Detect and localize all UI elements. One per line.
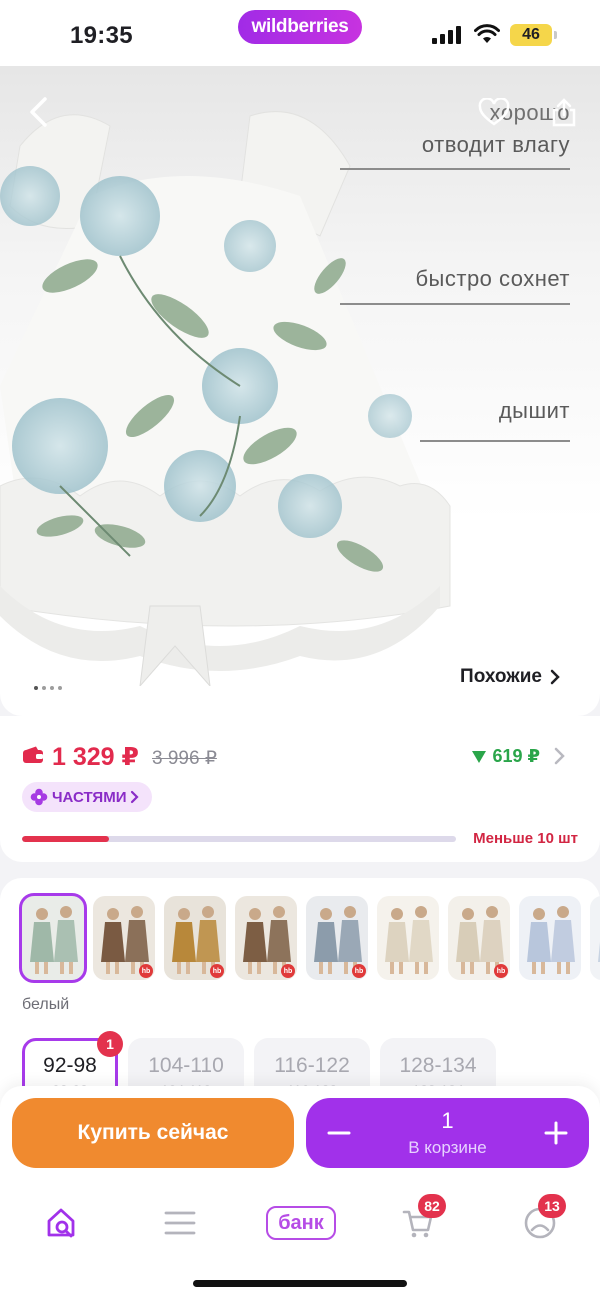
hb-badge-icon: hb	[281, 964, 295, 978]
bottom-nav: банк 82 13	[0, 1190, 600, 1297]
installments-label: ЧАСТЯМИ	[52, 788, 127, 806]
flower-icon	[30, 788, 48, 806]
chevron-right-icon[interactable]	[554, 747, 566, 765]
feature-text-4: дышит	[498, 398, 570, 423]
installments-button[interactable]: ЧАСТЯМИ	[22, 782, 153, 812]
similar-link[interactable]: Похожие	[460, 666, 560, 688]
stock-label: Меньше 10 шт	[473, 830, 578, 847]
color-thumbnail[interactable]: hb	[448, 896, 510, 980]
size-label: 128-134	[399, 1054, 477, 1077]
menu-icon	[164, 1211, 196, 1235]
nav-profile[interactable]: 13	[510, 1194, 570, 1248]
color-thumbnail[interactable]: hb	[93, 896, 155, 980]
stock-progress	[22, 836, 456, 842]
feature-line	[340, 303, 570, 305]
product-screen: 19:35 wildberries 46 хорошо отводит влаг…	[0, 0, 600, 1297]
pagination-dot	[58, 686, 62, 690]
heart-icon	[478, 98, 510, 126]
color-thumbnail[interactable]	[590, 896, 600, 980]
home-indicator	[193, 1280, 407, 1287]
back-arrow-icon	[30, 97, 47, 127]
size-label: 104-110	[148, 1054, 224, 1077]
wifi-icon	[474, 24, 500, 43]
chevron-right-icon	[131, 790, 140, 804]
hb-badge-icon: hb	[139, 964, 153, 978]
feature-text-2: отводит влагу	[421, 132, 570, 157]
size-cart-badge: 1	[97, 1031, 123, 1057]
plus-icon[interactable]	[543, 1120, 569, 1146]
battery-indicator: 46	[510, 24, 557, 46]
brand-logo: wildberries	[238, 10, 362, 44]
cart-badge: 82	[418, 1194, 446, 1218]
share-icon	[552, 98, 576, 127]
price-card: 1 329 ₽ 3 996 ₽ 619 ₽ ЧАСТЯМИ Меньше 10 …	[0, 716, 600, 862]
nav-cart[interactable]: 82	[388, 1194, 448, 1248]
color-thumbnail[interactable]	[19, 893, 87, 983]
hb-badge-icon: hb	[352, 964, 366, 978]
feature-line	[340, 168, 570, 170]
buy-now-button[interactable]: Купить сейчас	[12, 1098, 294, 1168]
pagination-dot	[34, 686, 38, 690]
signal-icon	[432, 26, 461, 44]
color-thumbnail[interactable]: hb	[235, 896, 297, 980]
status-bar: 19:35 wildberries 46	[0, 0, 600, 66]
product-gallery[interactable]: хорошо отводит влагу быстро сохнет дышит…	[0, 66, 600, 716]
hb-badge-icon: hb	[494, 964, 508, 978]
price-drop[interactable]: 619 ₽	[472, 746, 540, 767]
thumbnail-image	[598, 942, 600, 962]
bank-label: банк	[266, 1206, 336, 1240]
share-button[interactable]	[546, 94, 582, 130]
current-price: 1 329 ₽	[52, 743, 139, 771]
pagination-dot	[50, 686, 54, 690]
stock-progress-fill	[22, 836, 109, 842]
color-thumbnail[interactable]: hb	[306, 896, 368, 980]
color-thumbnail[interactable]	[519, 896, 581, 980]
hb-badge-icon: hb	[210, 964, 224, 978]
nav-bank[interactable]: банк	[265, 1198, 337, 1248]
thumbnail-image	[30, 906, 78, 974]
down-triangle-icon	[472, 750, 487, 763]
back-button[interactable]	[20, 94, 56, 130]
profile-badge: 13	[538, 1194, 566, 1218]
gallery-pagination	[34, 686, 62, 690]
price-drop-value: 619 ₽	[492, 746, 540, 766]
feature-line	[420, 440, 570, 442]
thumbnail-image	[385, 906, 433, 974]
dress-image	[0, 111, 451, 686]
feature-text-3: быстро сохнет	[415, 266, 570, 291]
chevron-right-icon	[550, 669, 560, 685]
size-label: 92-98	[43, 1054, 97, 1077]
similar-label: Похожие	[460, 666, 542, 687]
thumbnail-image	[527, 906, 575, 974]
nav-home[interactable]	[32, 1198, 92, 1248]
old-price: 3 996 ₽	[152, 748, 217, 769]
color-thumbnail[interactable]	[377, 896, 439, 980]
size-label: 116-122	[274, 1054, 350, 1077]
status-time: 19:35	[70, 22, 133, 49]
wallet-icon	[23, 746, 43, 763]
home-search-icon	[47, 1208, 75, 1238]
color-thumbnail[interactable]: hb	[164, 896, 226, 980]
color-label: белый	[22, 996, 70, 1013]
color-thumbnails: hb hb hb hb hb	[19, 893, 600, 983]
pagination-dot	[42, 686, 46, 690]
nav-catalog[interactable]	[150, 1198, 210, 1248]
cart-quantity-control: 1 В корзине	[306, 1098, 589, 1168]
purchase-bar: Купить сейчас 1 В корзине	[0, 1086, 600, 1190]
favorite-button[interactable]	[476, 94, 512, 130]
